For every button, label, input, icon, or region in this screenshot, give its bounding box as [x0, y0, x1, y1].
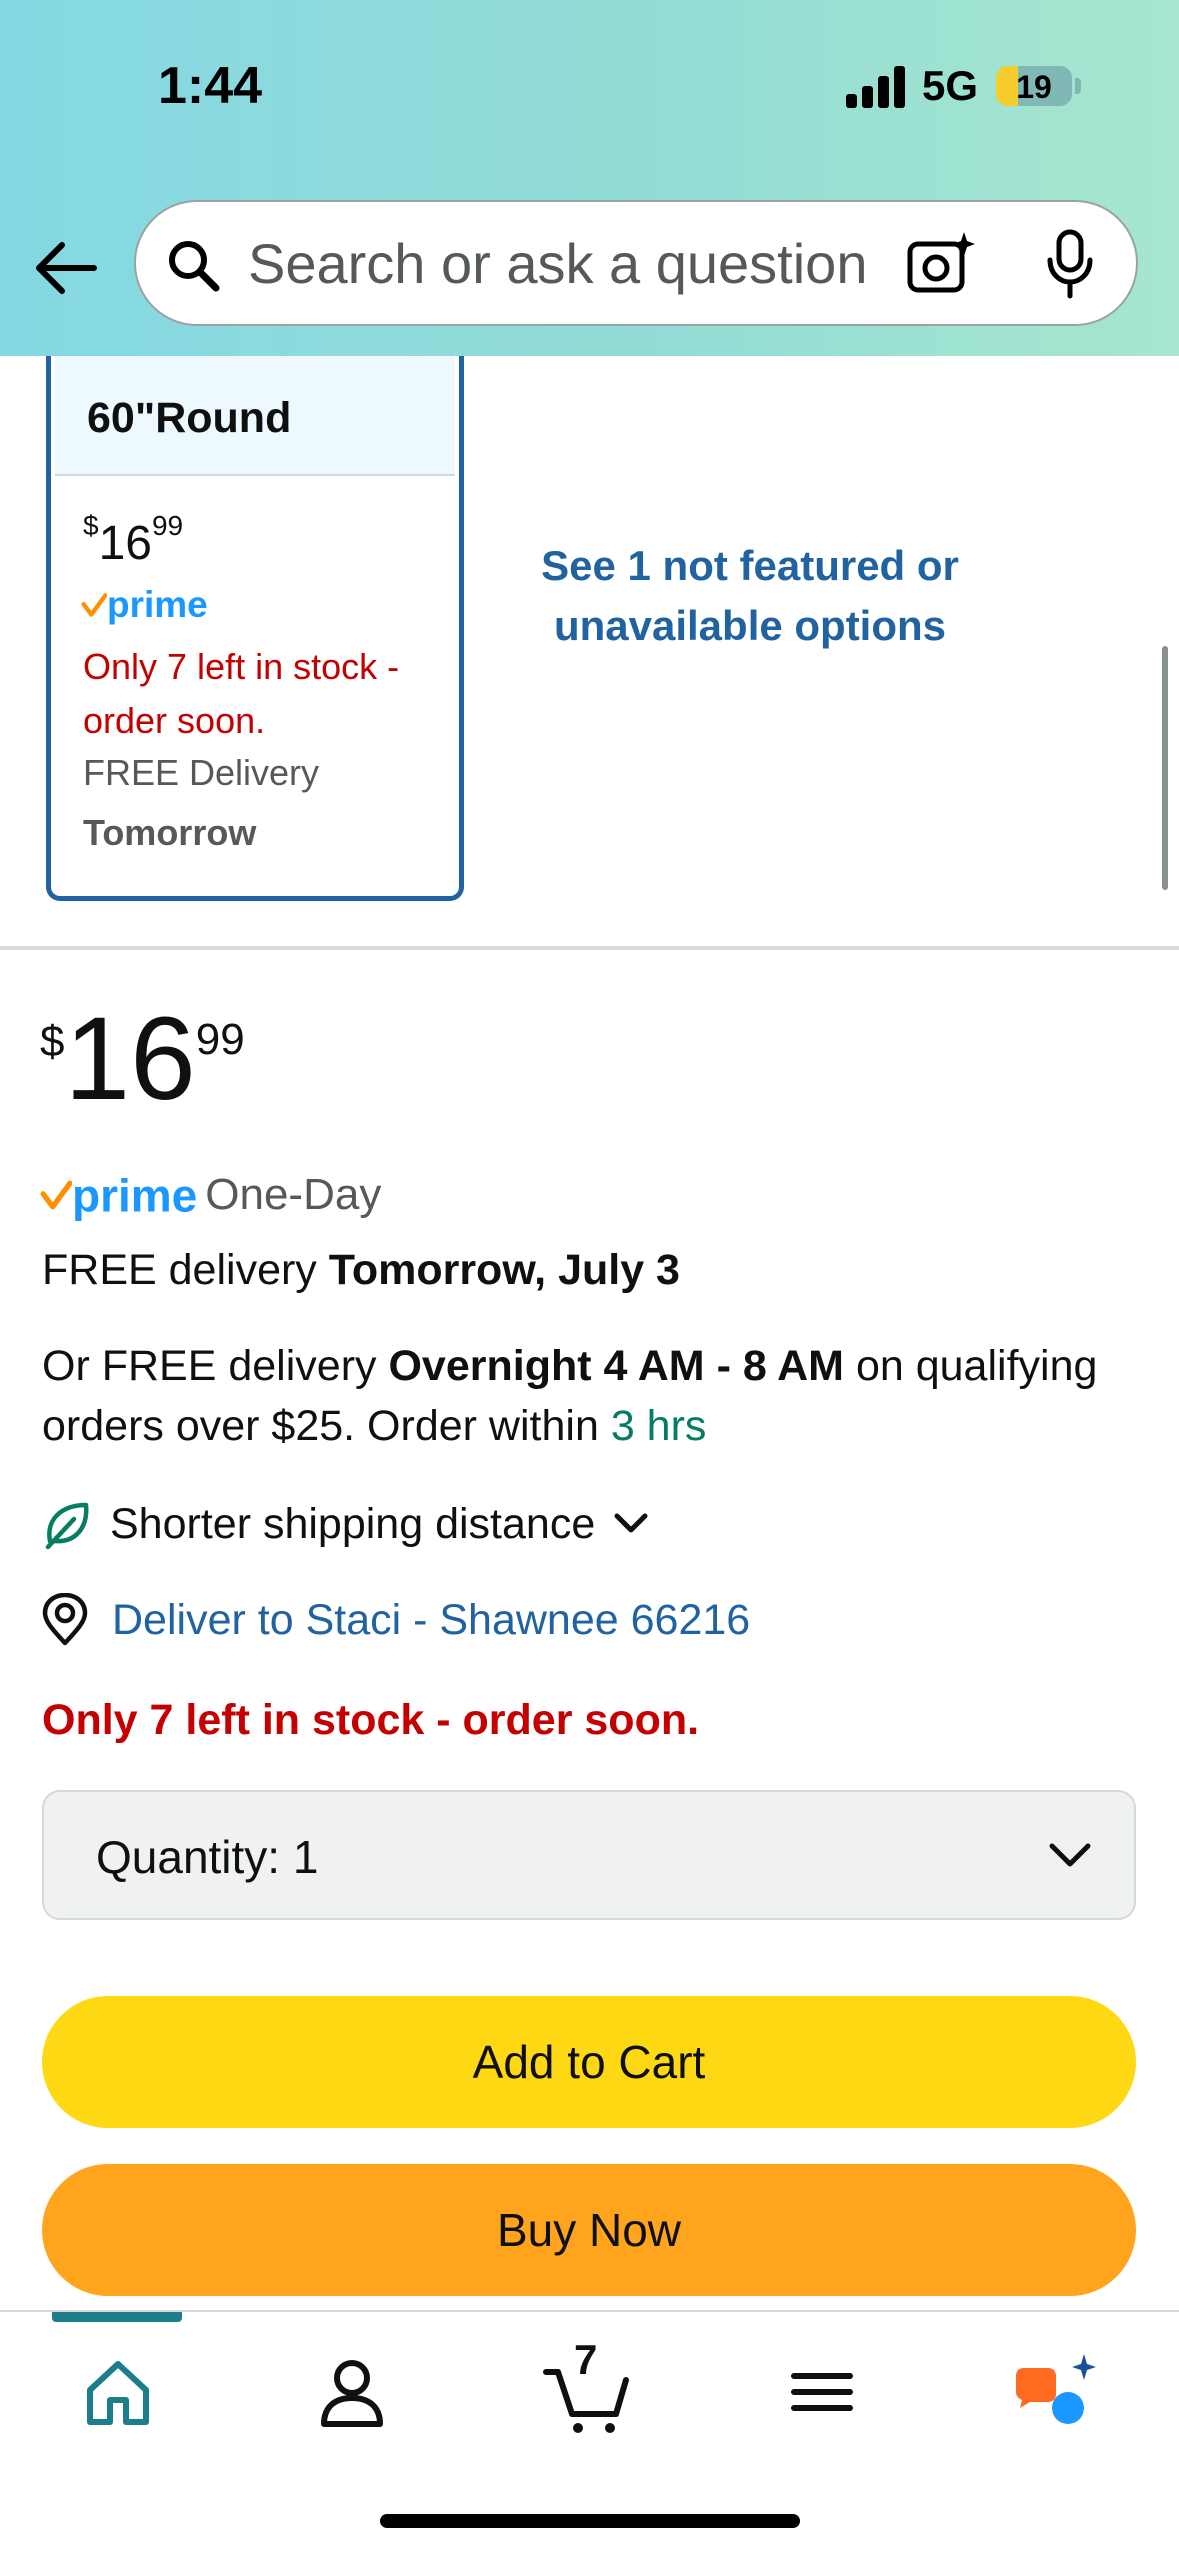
chevron-down-icon: [1049, 1843, 1091, 1867]
variant-name: 60"Round: [87, 394, 292, 442]
see-unavailable-options-link[interactable]: See 1 not featured or unavailable option…: [530, 536, 970, 656]
cart-count-badge: 7: [574, 2336, 598, 2383]
free-delivery-line: FREE delivery Tomorrow, July 3: [42, 1246, 680, 1294]
battery-nub: [1075, 78, 1081, 94]
camera-lens-icon[interactable]: [906, 230, 976, 296]
prime-check-icon: [81, 593, 107, 617]
home-indicator: [380, 2514, 800, 2528]
status-time: 1:44: [158, 57, 263, 115]
variant-stock-text: Only 7 left in stock - order soon.: [83, 646, 400, 741]
rufus-ai-icon[interactable]: [1006, 2342, 1106, 2442]
cellular-signal-icon: [846, 64, 908, 108]
back-arrow-icon[interactable]: [30, 232, 102, 304]
microphone-icon[interactable]: [1042, 228, 1098, 300]
variant-delivery-day: Tomorrow: [83, 812, 257, 853]
chevron-down-icon: [614, 1513, 648, 1533]
deliver-to-location-link[interactable]: Deliver to Staci - Shawnee 66216: [40, 1590, 750, 1650]
cart-icon[interactable]: 7: [538, 2336, 638, 2442]
quantity-label: Quantity: 1: [96, 1831, 319, 1883]
battery-icon: 19: [996, 66, 1072, 106]
leaf-icon: [45, 1502, 89, 1550]
active-tab-indicator: [52, 2312, 182, 2322]
prime-check-icon: [40, 1180, 72, 1210]
variant-option-card[interactable]: 60"Round $1699 prime Only 7 left in stoc…: [46, 356, 464, 901]
account-icon[interactable]: [302, 2342, 402, 2442]
variant-prime-badge: prime: [81, 582, 208, 626]
shorter-shipping-label: Shorter shipping distance: [110, 1499, 596, 1548]
deliver-to-label: Deliver to Staci - Shawnee 66216: [112, 1595, 751, 1644]
overnight-delivery-line: Or FREE delivery Overnight 4 AM - 8 AM o…: [42, 1342, 1098, 1450]
add-to-cart-button[interactable]: Add to Cart: [42, 1996, 1136, 2128]
battery-percent: 19: [1016, 69, 1052, 105]
prime-one-day-badge: prime One-Day: [40, 1168, 381, 1222]
order-countdown: 3 hrs: [610, 1402, 707, 1450]
quantity-value: 1: [292, 1831, 319, 1883]
location-pin-icon: [42, 1593, 88, 1646]
search-icon[interactable]: [164, 236, 222, 294]
variant-price: $1699: [83, 510, 184, 570]
search-bar[interactable]: [134, 200, 1138, 326]
buy-now-button[interactable]: Buy Now: [42, 2164, 1136, 2296]
quantity-selector[interactable]: Quantity: 1: [42, 1790, 1136, 1920]
network-type: 5G: [922, 62, 979, 109]
menu-icon[interactable]: [772, 2342, 872, 2442]
variant-header: 60"Round: [55, 356, 455, 476]
app-header: 1:44 5G 19: [0, 0, 1179, 356]
home-icon[interactable]: [68, 2342, 168, 2442]
shorter-shipping-toggle[interactable]: Shorter shipping distance: [40, 1494, 653, 1554]
variant-delivery-text: FREE Delivery: [83, 752, 320, 793]
search-input[interactable]: [248, 228, 948, 298]
scrollbar[interactable]: [1162, 646, 1168, 890]
section-divider: [0, 946, 1179, 950]
stock-warning: Only 7 left in stock - order soon.: [42, 1696, 700, 1744]
product-price: $1699: [40, 993, 245, 1125]
